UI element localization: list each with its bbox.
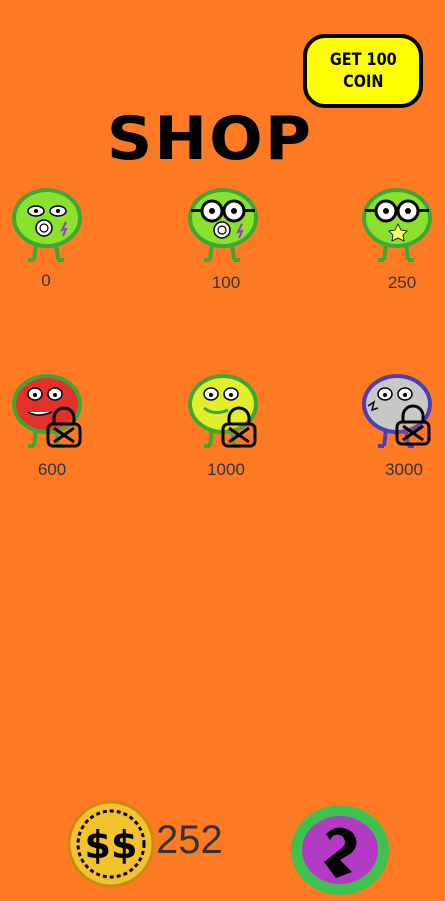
character-price: 600 — [37, 460, 67, 479]
character-face-icon — [362, 188, 432, 262]
get-100-coin-button[interactable]: GET 100 COIN — [303, 34, 423, 108]
coin-count: 252 — [156, 818, 223, 862]
page-title: SHOP — [106, 104, 314, 174]
character-face-icon — [12, 188, 82, 262]
dollar-coin-icon: $$ — [67, 800, 155, 888]
character-item[interactable] — [8, 186, 88, 266]
back-arrow-icon — [291, 805, 389, 895]
character-price: 250 — [387, 273, 417, 292]
character-price: 1000 — [207, 460, 245, 479]
lock-icon — [219, 406, 259, 450]
lock-icon — [393, 404, 433, 448]
character-item[interactable] — [358, 186, 438, 266]
character-price: 100 — [211, 273, 241, 292]
svg-text:$$: $$ — [85, 823, 138, 867]
character-price: 0 — [41, 271, 51, 290]
character-item[interactable] — [184, 186, 264, 266]
back-button[interactable] — [290, 804, 390, 896]
character-face-icon — [188, 188, 258, 262]
get-coin-label: GET 100 COIN — [329, 50, 397, 92]
lock-icon — [44, 406, 84, 450]
character-price: 3000 — [385, 460, 423, 479]
